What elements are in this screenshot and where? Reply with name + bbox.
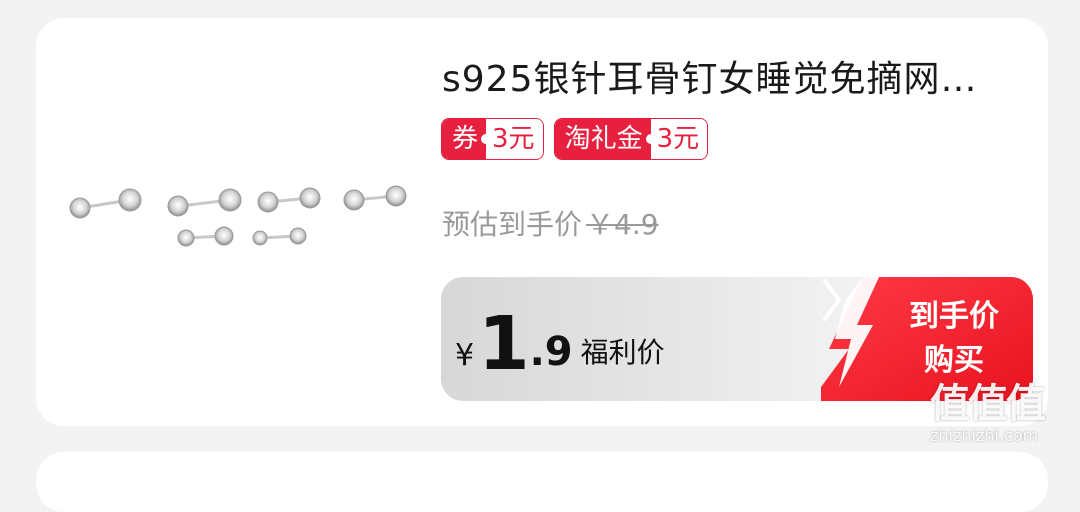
currency-symbol: ¥ — [455, 338, 475, 373]
price-decimal: .9 — [529, 329, 573, 375]
product-image[interactable] — [60, 150, 420, 260]
chevron-right-icon — [823, 279, 841, 321]
deal-price: ¥ 1 .9 福利价 — [455, 277, 665, 401]
watermark: 值值值 zhizhizhi.com — [930, 381, 1046, 446]
coupon-value: 3元 — [486, 119, 543, 159]
cta-label: 到手价 购买 — [899, 295, 1009, 383]
taolijin-badge: 淘礼金 3元 — [553, 118, 709, 160]
price-integer: 1 — [478, 301, 530, 387]
watermark-logo: 值值值 — [930, 381, 1046, 427]
next-product-card[interactable] — [36, 452, 1048, 512]
cta-line-1: 到手价 — [909, 299, 999, 334]
estimated-price-label: 预估到手价 — [442, 208, 583, 241]
coupon-row: 券 3元 淘礼金 3元 — [441, 118, 709, 160]
cta-line-2: 购买 — [924, 343, 984, 378]
product-title[interactable]: s925银针耳骨钉女睡觉免摘网… — [442, 50, 1032, 102]
watermark-url: zhizhizhi.com — [930, 426, 1039, 445]
coupon-label: 券 — [442, 119, 492, 159]
deal-price-label: 福利价 — [580, 336, 665, 369]
estimated-price: 预估到手价 ￥4.9 — [442, 203, 659, 243]
taolijin-label: 淘礼金 — [554, 119, 656, 159]
coupon-badge: 券 3元 — [441, 118, 544, 160]
taolijin-value: 3元 — [650, 119, 708, 159]
original-price: ￥4.9 — [586, 208, 659, 241]
